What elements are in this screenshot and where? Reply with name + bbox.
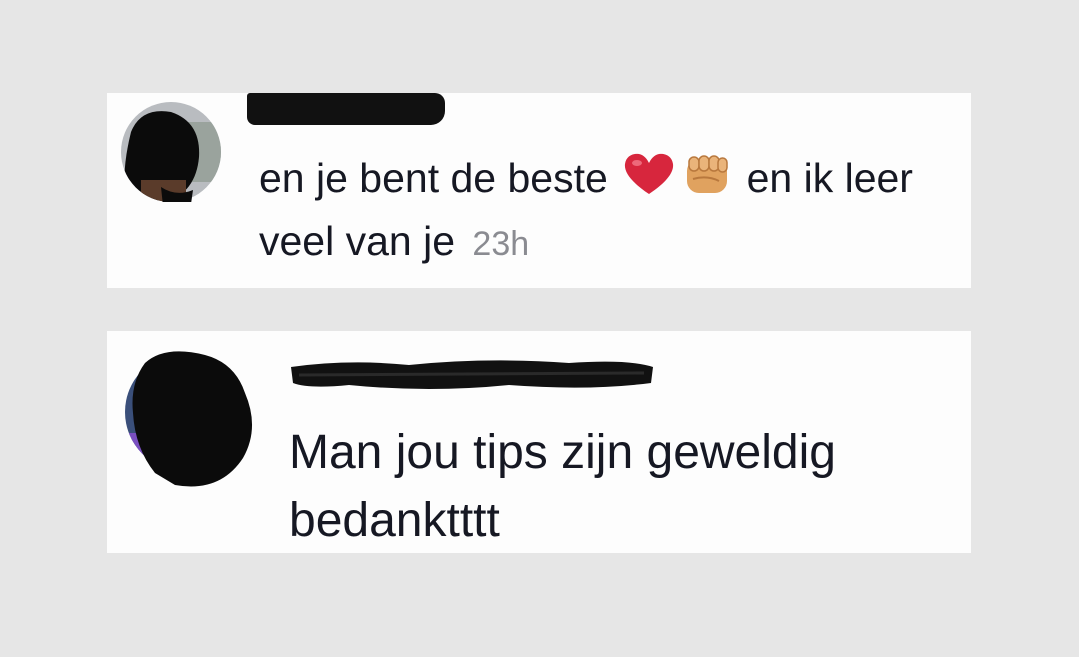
comment-text: en je bent de beste en ik leer veel van … xyxy=(259,149,949,273)
avatar[interactable] xyxy=(125,351,253,487)
avatar[interactable] xyxy=(121,102,221,206)
comment-timestamp: 23h xyxy=(472,224,530,263)
comment-card: Man jou tips zijn geweldig bedanktttt xyxy=(107,331,971,553)
comment-text-part1: en je bent de beste xyxy=(259,155,608,201)
username-redaction xyxy=(289,353,655,393)
fist-emoji xyxy=(683,151,731,212)
comment-text: Man jou tips zijn geweldig bedanktttt xyxy=(289,426,836,547)
comment-card: en je bent de beste en ik leer veel van … xyxy=(107,93,971,288)
username-redaction xyxy=(247,93,445,125)
red-heart-emoji xyxy=(623,152,675,211)
